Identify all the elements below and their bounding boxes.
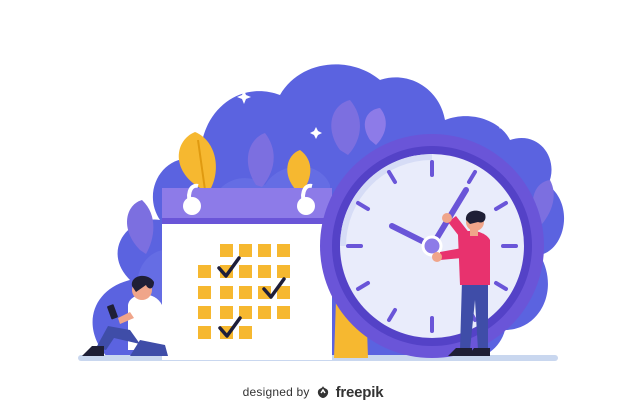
calendar: [162, 183, 332, 360]
designed-by-label: designed by: [242, 385, 310, 399]
wall-clock: [320, 134, 544, 358]
freepik-logo-icon: [317, 386, 328, 398]
time-management-illustration: [78, 64, 565, 361]
freepik-credit[interactable]: designed by freepik: [0, 380, 626, 404]
freepik-brand-name: freepik: [335, 383, 384, 401]
